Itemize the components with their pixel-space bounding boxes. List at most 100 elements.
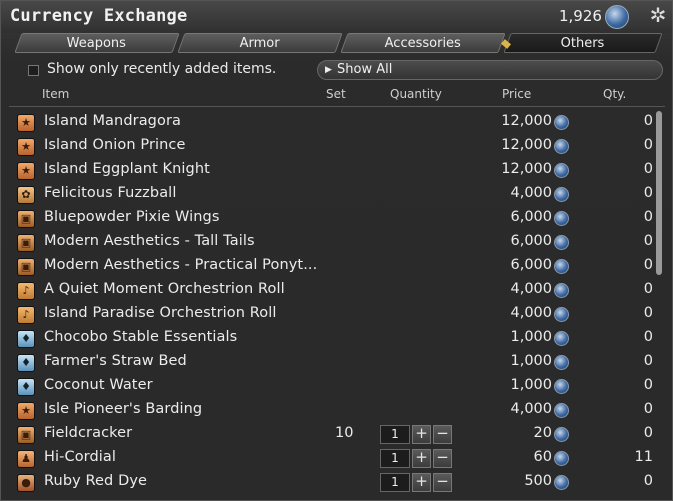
coin-icon [554,427,569,442]
filter-dropdown[interactable]: ▶ Show All [317,60,663,80]
item-price: 1,000 [510,377,552,393]
item-set: 10 [335,425,354,441]
item-price: 4,000 [510,185,552,201]
music-note-icon: ♪ [17,306,35,324]
item-price: 4,000 [510,305,552,321]
item-name: Fieldcracker [44,425,133,441]
item-name: Island Onion Prince [44,137,186,153]
quantity-input[interactable]: 1 [380,425,410,444]
coin-icon [554,115,569,130]
filter-row: Show only recently added items. ▶ Show A… [1,59,672,81]
coin-icon [554,331,569,346]
item-price: 500 [524,473,552,489]
chest-icon: ▣ [17,234,35,252]
chest-icon: ▣ [17,426,35,444]
tab-armor[interactable]: Armor [177,33,343,53]
tab-accessories[interactable]: Accessories [340,33,506,53]
list-item[interactable]: ● Ruby Red Dye 1 + − 500 0 [1,471,656,495]
list-item[interactable]: ▣ Modern Aesthetics - Tall Tails 6,000 0 [1,231,656,255]
scrollbar-thumb[interactable] [656,111,662,275]
item-name: A Quiet Moment Orchestrion Roll [44,281,285,297]
window-title: Currency Exchange [10,6,188,26]
item-price: 4,000 [510,401,552,417]
list-item[interactable]: ▣ Fieldcracker 10 1 + − 20 0 [1,423,656,447]
list-item[interactable]: ♦ Chocobo Stable Essentials 1,000 0 [1,327,656,351]
coin-icon [554,403,569,418]
item-name: Bluepowder Pixie Wings [44,209,220,225]
decrease-button[interactable]: − [433,473,452,492]
item-name: Farmer's Straw Bed [44,353,187,369]
increase-button[interactable]: + [412,449,431,468]
recent-items-label[interactable]: Show only recently added items. [47,61,276,77]
list-item[interactable]: ▣ Bluepowder Pixie Wings 6,000 0 [1,207,656,231]
list-item[interactable]: ♦ Farmer's Straw Bed 1,000 0 [1,351,656,375]
item-price: 4,000 [510,281,552,297]
item-price: 6,000 [510,233,552,249]
item-owned-qty: 0 [643,113,653,129]
list-item[interactable]: ♟ Hi-Cordial 1 + − 60 11 [1,447,656,471]
item-price: 1,000 [510,353,552,369]
item-price: 1,000 [510,329,552,345]
item-owned-qty: 0 [643,233,653,249]
list-item[interactable]: ★ Island Onion Prince 12,000 0 [1,135,656,159]
decrease-button[interactable]: − [433,449,452,468]
item-name: Chocobo Stable Essentials [44,329,238,345]
coin-icon [554,475,569,490]
column-header: Item Set Quantity Price Qty. [1,87,672,105]
decrease-button[interactable]: − [433,425,452,444]
item-name: Island Paradise Orchestrion Roll [44,305,277,321]
coin-icon [554,451,569,466]
list-item[interactable]: ★ Island Mandragora 12,000 0 [1,111,656,135]
quantity-input[interactable]: 1 [380,473,410,492]
item-price: 6,000 [510,257,552,273]
column-qty: Qty. [603,87,627,101]
coin-icon [554,259,569,274]
coin-icon [554,139,569,154]
list-item[interactable]: ▣ Modern Aesthetics - Practical Ponyt... 6… [1,255,656,279]
star-icon: ★ [17,138,35,156]
list-item[interactable]: ★ Isle Pioneer's Barding 4,000 0 [1,399,656,423]
item-name: Ruby Red Dye [44,473,148,489]
recent-items-checkbox[interactable] [28,65,39,76]
coin-icon [554,163,569,178]
gear-icon[interactable]: ✲ [647,4,669,26]
increase-button[interactable]: + [412,473,431,492]
bag-icon: ✿ [17,186,35,204]
furnishing-icon: ♦ [17,354,35,372]
coin-icon [554,379,569,394]
list-item[interactable]: ♪ Island Paradise Orchestrion Roll 4,000 0 [1,303,656,327]
column-quantity: Quantity [390,87,442,101]
list-item[interactable]: ♪ A Quiet Moment Orchestrion Roll 4,000 0 [1,279,656,303]
column-price: Price [502,87,532,101]
chest-icon: ▣ [17,210,35,228]
item-name: Felicitous Fuzzball [44,185,177,201]
increase-button[interactable]: + [412,425,431,444]
coin-icon [554,355,569,370]
category-tabs: Weapons Armor Accessories Others [13,33,665,55]
list-item[interactable]: ♦ Coconut Water 1,000 0 [1,375,656,399]
list-item[interactable]: ✿ Felicitous Fuzzball 4,000 0 [1,183,656,207]
item-name: Island Mandragora [44,113,182,129]
item-price: 6,000 [510,209,552,225]
item-owned-qty: 0 [643,209,653,225]
coin-icon [554,283,569,298]
dye-icon: ● [17,474,35,492]
currency-exchange-window: Currency Exchange 1,926 ✲ Weapons Armor … [0,0,673,501]
title-bar[interactable]: Currency Exchange 1,926 ✲ [1,1,672,33]
item-owned-qty: 0 [643,353,653,369]
item-owned-qty: 0 [643,329,653,345]
item-name: Coconut Water [44,377,153,393]
item-owned-qty: 0 [643,161,653,177]
coin-icon [554,235,569,250]
item-owned-qty: 0 [643,137,653,153]
dropdown-value: Show All [337,62,393,77]
tab-others[interactable]: Others [503,33,663,53]
header-divider [9,106,665,107]
tab-weapons[interactable]: Weapons [14,33,180,53]
item-price: 60 [533,449,552,465]
item-owned-qty: 0 [643,401,653,417]
quantity-input[interactable]: 1 [380,449,410,468]
list-item[interactable]: ★ Island Eggplant Knight 12,000 0 [1,159,656,183]
item-name: Isle Pioneer's Barding [44,401,203,417]
currency-amount: 1,926 [559,7,602,25]
